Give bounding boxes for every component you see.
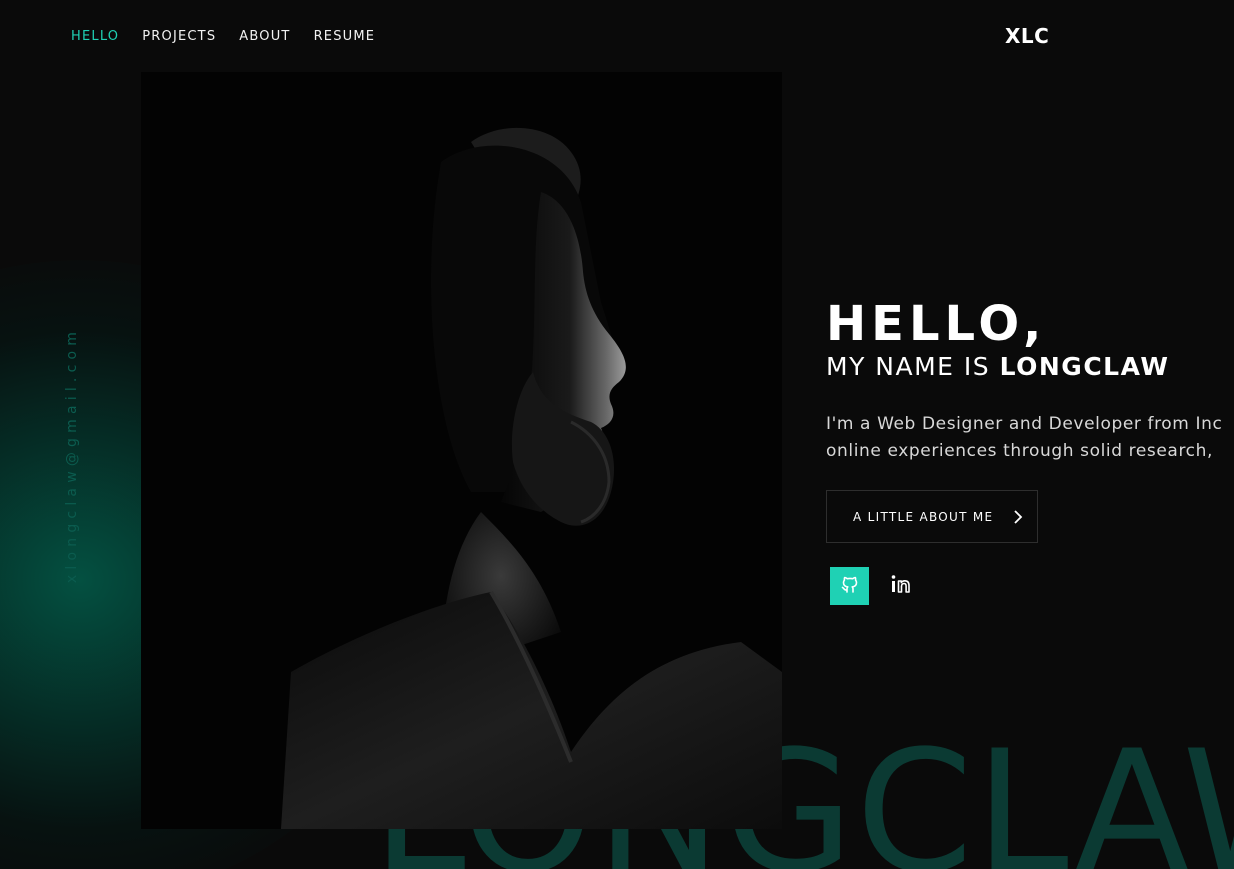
hero-subtitle: MY NAME IS LONGCLAW bbox=[826, 352, 1169, 382]
chevron-right-icon bbox=[1011, 509, 1025, 525]
about-me-button[interactable]: A LITTLE ABOUT ME bbox=[826, 490, 1038, 543]
hero-heading: HELLO, MY NAME IS LONGCLAW bbox=[826, 296, 1169, 382]
nav-item-about[interactable]: ABOUT bbox=[239, 28, 290, 46]
social-links bbox=[830, 567, 920, 605]
hero-name-prefix: MY NAME IS bbox=[826, 352, 1000, 381]
nav-item-hello[interactable]: HELLO bbox=[71, 28, 119, 46]
hero-greeting: HELLO, bbox=[826, 296, 1047, 352]
hero-bio: I'm a Web Designer and Developer from In… bbox=[826, 411, 1234, 465]
bio-line-1: I'm a Web Designer and Developer from In… bbox=[826, 414, 1223, 434]
nav-item-resume[interactable]: RESUME bbox=[314, 28, 376, 46]
linkedin-link[interactable] bbox=[881, 567, 920, 605]
vertical-email[interactable]: xlongclaw@gmail.com bbox=[64, 327, 80, 583]
portrait-photo bbox=[141, 72, 782, 829]
main-nav: HELLO PROJECTS ABOUT RESUME bbox=[71, 28, 398, 46]
github-icon bbox=[840, 574, 860, 598]
github-link[interactable] bbox=[830, 567, 869, 605]
linkedin-icon bbox=[890, 574, 912, 598]
nav-item-projects[interactable]: PROJECTS bbox=[142, 28, 216, 46]
bio-line-2: online experiences through solid researc… bbox=[826, 441, 1213, 461]
page: HELLO PROJECTS ABOUT RESUME XLC xlongcla… bbox=[0, 0, 1234, 869]
hero-name: LONGCLAW bbox=[999, 352, 1170, 381]
about-me-button-label: A LITTLE ABOUT ME bbox=[853, 509, 994, 524]
brand-logo[interactable]: XLC bbox=[1005, 24, 1049, 48]
